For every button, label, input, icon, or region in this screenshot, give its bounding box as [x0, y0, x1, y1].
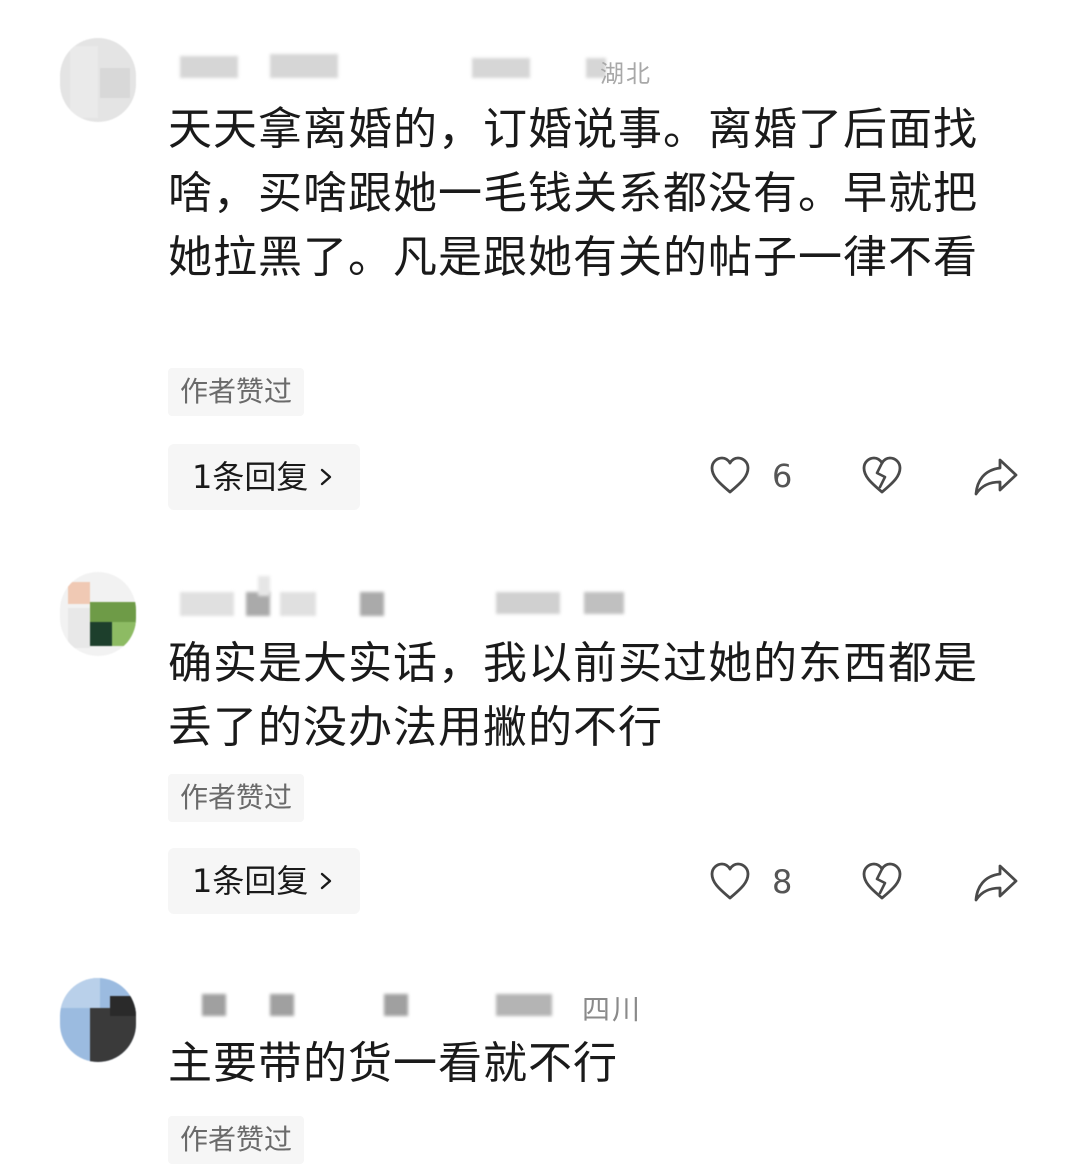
- chevron-right-icon: [321, 468, 332, 486]
- chevron-right-icon: [321, 872, 332, 890]
- comment-meta: 湖北: [170, 48, 670, 88]
- dislike-button[interactable]: [860, 454, 904, 498]
- avatar[interactable]: [60, 572, 136, 656]
- comment-meta: [170, 576, 670, 622]
- author-liked-badge: 作者赞过: [168, 368, 305, 416]
- avatar[interactable]: [60, 38, 136, 122]
- view-replies-button[interactable]: 1条回复: [168, 444, 361, 510]
- avatar[interactable]: [60, 978, 136, 1062]
- broken-heart-icon: [862, 862, 902, 900]
- like-button[interactable]: 8: [708, 860, 792, 904]
- share-button[interactable]: [972, 454, 1020, 498]
- author-liked-badge: 作者赞过: [168, 774, 305, 822]
- replies-label: 1条回复: [192, 862, 309, 900]
- like-button[interactable]: 6: [708, 454, 792, 498]
- comment-item: 湖北 天天拿离婚的，订婚说事。离婚了后面找啥，买啥跟她一毛钱关系都没有。早就把她…: [0, 0, 1080, 540]
- location-text: 四川: [582, 993, 643, 1026]
- comment-text: 主要带的货一看就不行: [168, 1038, 618, 1089]
- comment-text: 天天拿离婚的，订婚说事。离婚了后面找啥，买啥跟她一毛钱关系都没有。早就把她拉黑了…: [168, 104, 978, 283]
- share-button[interactable]: [972, 860, 1020, 904]
- heart-icon: [710, 862, 750, 900]
- comment-item: 四川 主要带的货一看就不行 作者赞过: [0, 966, 1080, 1164]
- view-replies-button[interactable]: 1条回复: [168, 848, 361, 914]
- broken-heart-icon: [862, 456, 902, 494]
- author-liked-badge: 作者赞过: [168, 1116, 305, 1164]
- comment-meta: 四川: [170, 984, 670, 1026]
- heart-icon: [710, 456, 750, 494]
- comment-text: 确实是大实话，我以前买过她的东西都是丢了的没办法用撇的不行: [168, 638, 978, 753]
- location-text: 湖北: [600, 60, 652, 88]
- like-count: 6: [772, 457, 793, 495]
- like-count: 8: [772, 863, 793, 901]
- share-arrow-icon: [974, 458, 1018, 496]
- dislike-button[interactable]: [860, 860, 904, 904]
- share-arrow-icon: [974, 864, 1018, 902]
- replies-label: 1条回复: [192, 458, 309, 496]
- comment-item: 确实是大实话，我以前买过她的东西都是丢了的没办法用撇的不行 作者赞过 1条回复 …: [0, 560, 1080, 950]
